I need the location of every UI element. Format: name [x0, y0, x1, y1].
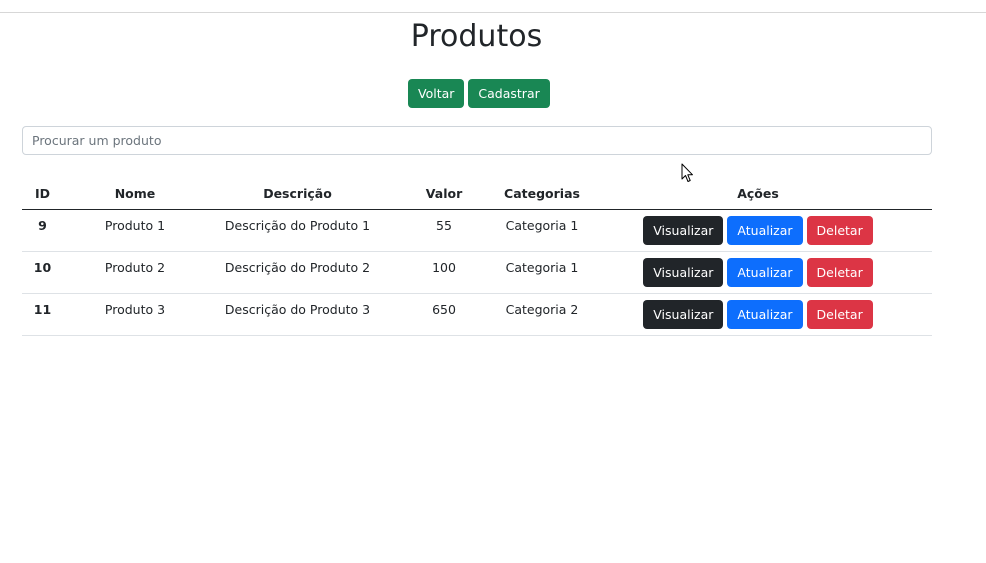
- search-input[interactable]: [22, 126, 932, 155]
- back-button[interactable]: Voltar: [408, 79, 465, 108]
- browser-top-bar: [0, 0, 986, 13]
- cell-actions: Visualizar Atualizar Deletar: [584, 293, 932, 336]
- cell-category: Categoria 1: [500, 251, 584, 294]
- cell-value: 100: [388, 251, 500, 294]
- row-actions: Visualizar Atualizar Deletar: [643, 299, 873, 329]
- cell-category: Categoria 1: [500, 209, 584, 252]
- table-row: 11 Produto 3 Descrição do Produto 3 650 …: [22, 293, 932, 336]
- cell-name: Produto 3: [63, 293, 207, 336]
- view-button[interactable]: Visualizar: [643, 215, 724, 245]
- cell-name: Produto 1: [63, 209, 207, 252]
- header-actions: Ações: [584, 178, 932, 210]
- cell-description: Descrição do Produto 2: [207, 251, 388, 294]
- view-button[interactable]: Visualizar: [643, 299, 724, 329]
- cell-value: 650: [388, 293, 500, 336]
- top-actions: Voltar Cadastrar: [408, 79, 550, 108]
- cell-actions: Visualizar Atualizar Deletar: [584, 251, 932, 294]
- create-button[interactable]: Cadastrar: [468, 79, 550, 108]
- delete-button[interactable]: Deletar: [806, 299, 873, 329]
- update-button[interactable]: Atualizar: [727, 257, 803, 287]
- cell-id: 10: [22, 251, 63, 294]
- update-button[interactable]: Atualizar: [727, 299, 803, 329]
- cell-id: 11: [22, 293, 63, 336]
- header-id: ID: [22, 178, 63, 210]
- view-button[interactable]: Visualizar: [643, 257, 724, 287]
- cell-category: Categoria 2: [500, 293, 584, 336]
- header-description: Descrição: [207, 178, 388, 210]
- cell-value: 55: [388, 209, 500, 252]
- row-actions: Visualizar Atualizar Deletar: [643, 215, 873, 245]
- cell-name: Produto 2: [63, 251, 207, 294]
- delete-button[interactable]: Deletar: [806, 257, 873, 287]
- cell-description: Descrição do Produto 1: [207, 209, 388, 252]
- header-categories: Categorias: [500, 178, 584, 210]
- table-header-row: ID Nome Descrição Valor Categorias Ações: [22, 178, 932, 210]
- products-table: ID Nome Descrição Valor Categorias Ações…: [22, 178, 932, 336]
- page-title: Produtos: [410, 19, 543, 54]
- update-button[interactable]: Atualizar: [727, 215, 803, 245]
- row-actions: Visualizar Atualizar Deletar: [643, 257, 873, 287]
- cell-id: 9: [22, 209, 63, 252]
- header-name: Nome: [63, 178, 207, 210]
- cell-description: Descrição do Produto 3: [207, 293, 388, 336]
- header-value: Valor: [388, 178, 500, 210]
- table-row: 10 Produto 2 Descrição do Produto 2 100 …: [22, 251, 932, 294]
- table-row: 9 Produto 1 Descrição do Produto 1 55 Ca…: [22, 209, 932, 252]
- delete-button[interactable]: Deletar: [806, 215, 873, 245]
- mouse-pointer-icon: [681, 163, 693, 182]
- cell-actions: Visualizar Atualizar Deletar: [584, 209, 932, 252]
